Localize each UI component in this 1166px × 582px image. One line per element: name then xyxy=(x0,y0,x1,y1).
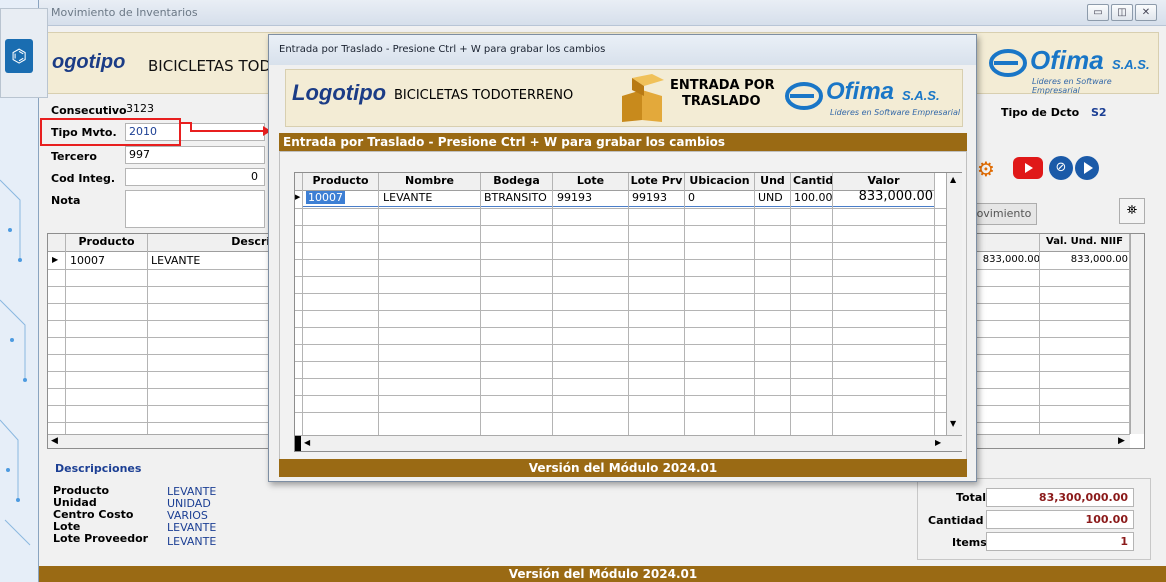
highlight-box xyxy=(40,118,181,146)
dlg-cell-bodega[interactable]: BTRANSITO xyxy=(484,191,547,204)
col-valor-header[interactable] xyxy=(974,234,1040,252)
cod-integ-field[interactable]: 0 xyxy=(125,168,265,186)
dlg-col-ubicacion[interactable]: Ubicacion xyxy=(685,173,755,191)
dialog-header-line1: ENTRADA POR xyxy=(670,78,775,93)
col-producto-header[interactable]: Producto xyxy=(66,234,148,252)
dlg-col-producto[interactable]: Producto xyxy=(303,173,379,191)
movimiento-button[interactable]: ovimiento xyxy=(971,203,1037,225)
entrada-traslado-dialog: Entrada por Traslado - Presione Ctrl + W… xyxy=(268,34,977,482)
row-selector-header xyxy=(48,234,66,252)
highlight-arrow-icon xyxy=(181,122,271,136)
main-row-descripcion[interactable]: LEVANTE xyxy=(151,254,200,267)
main-footer-version: Versión del Módulo 2024.01 xyxy=(39,566,1166,582)
main-row-producto[interactable]: 10007 xyxy=(70,254,105,267)
main-row-val-niif[interactable]: 833,000.00 xyxy=(1042,254,1128,265)
totals-panel: Total 83,300,000.00 Cantidad 100.00 Item… xyxy=(917,478,1151,560)
cod-integ-label: Cod Integ. xyxy=(51,172,116,185)
items-field[interactable]: 1 xyxy=(986,532,1134,551)
nota-field[interactable] xyxy=(125,190,265,228)
maximize-button[interactable]: ◫ xyxy=(1111,4,1133,21)
dialog-ofima-logo: Ofima S.A.S. Lideres en Software Empresa… xyxy=(784,74,962,124)
dialog-header-line2: TRASLADO xyxy=(682,94,761,109)
descripciones-title: Descripciones xyxy=(55,462,142,475)
dlg-grid-vscrollbar[interactable]: ▲ ▼ xyxy=(946,173,962,435)
dialog-company-name: BICICLETAS TODOTERRENO xyxy=(394,88,574,103)
boxes-icon xyxy=(622,74,664,122)
dlg-cell-valor[interactable]: 833,000.00 xyxy=(835,189,933,204)
dialog-title: Entrada por Traslado - Presione Ctrl + W… xyxy=(279,44,606,55)
dialog-company-logo: Logotipo xyxy=(292,80,387,105)
tercero-field[interactable]: 997 xyxy=(125,146,265,164)
dlg-row-pointer-icon: ▶ xyxy=(295,193,301,201)
main-window-title: Movimiento de Inventarios xyxy=(51,6,198,19)
tipo-dcto-label: Tipo de Dcto xyxy=(1001,106,1080,119)
minimize-button[interactable]: ▭ xyxy=(1087,4,1109,21)
total-label: Total xyxy=(956,491,987,504)
ofima-e-icon xyxy=(989,49,1027,77)
dlg-col-lote-prv[interactable]: Lote Prv xyxy=(629,173,685,191)
dialog-titlebar: Entrada por Traslado - Presione Ctrl + W… xyxy=(269,35,976,65)
items-label: Items xyxy=(952,536,987,549)
dlg-cell-ubicacion[interactable]: 0 xyxy=(688,191,695,204)
consecutivo-label: Consecutivo xyxy=(51,104,127,117)
nota-label: Nota xyxy=(51,194,81,207)
row-pointer-icon: ▶ xyxy=(52,255,59,264)
close-button[interactable]: ✕ xyxy=(1135,4,1157,21)
app-icon: ⌬ xyxy=(5,39,33,73)
cantidad-field[interactable]: 100.00 xyxy=(986,510,1134,529)
total-field[interactable]: 83,300,000.00 xyxy=(986,488,1134,507)
dlg-col-bodega[interactable]: Bodega xyxy=(481,173,553,191)
dlg-col-cantidad[interactable]: Cantida xyxy=(791,173,833,191)
dialog-body: Producto Nombre Bodega Lote Lote Prv Ubi… xyxy=(279,151,967,463)
dlg-col-und[interactable]: Und xyxy=(755,173,791,191)
dlg-cell-und[interactable]: UND xyxy=(758,191,783,204)
dlg-col-nombre[interactable]: Nombre xyxy=(379,173,481,191)
dialog-banner: Entrada por Traslado - Presione Ctrl + W… xyxy=(279,133,967,151)
company-logo: ogotipo xyxy=(52,51,126,73)
binoculars-icon[interactable]: ⛯ xyxy=(1119,198,1145,224)
traslado-grid[interactable]: Producto Nombre Bodega Lote Lote Prv Ubi… xyxy=(294,172,962,452)
dialog-header-banner: Logotipo BICICLETAS TODOTERRENO ENTRADA … xyxy=(285,69,963,127)
ofima-logo: Ofima S.A.S. Lideres en Software Empresa… xyxy=(988,43,1158,95)
main-grid-vscrollbar[interactable] xyxy=(1130,234,1144,434)
company-name: BICICLETAS TOD xyxy=(148,57,271,75)
dlg-col-lote[interactable]: Lote xyxy=(553,173,629,191)
gear-icon[interactable]: ⚙ xyxy=(977,156,1003,182)
dlg-cell-cantidad[interactable]: 100.00 xyxy=(794,191,833,204)
dlg-cell-lote-prv[interactable]: 99193 xyxy=(632,191,667,204)
cantidad-label: Cantidad xyxy=(928,514,984,527)
dialog-footer-version: Versión del Módulo 2024.01 xyxy=(279,459,967,477)
tercero-label: Tercero xyxy=(51,150,97,163)
youtube-icon[interactable] xyxy=(1013,157,1043,179)
col-val-und-niif-header[interactable]: Val. Und. NIIF xyxy=(1040,234,1130,252)
dlg-grid-hscrollbar[interactable]: ◀ ▶ xyxy=(295,435,962,451)
descripciones-panel: Producto LEVANTE Unidad UNIDAD Centro Co… xyxy=(53,484,217,548)
main-titlebar: Movimiento de Inventarios ▭ ◫ ✕ xyxy=(39,0,1166,26)
attachment-icon[interactable]: ⊘ xyxy=(1049,156,1073,180)
dlg-cell-nombre[interactable]: LEVANTE xyxy=(383,191,432,204)
tipo-dcto-value: S2 xyxy=(1091,106,1107,119)
dlg-cell-lote[interactable]: 99193 xyxy=(557,191,592,204)
play-icon[interactable] xyxy=(1075,156,1099,180)
consecutivo-field[interactable]: 3123 xyxy=(123,101,265,119)
app-icon-tile[interactable]: ⌬ xyxy=(0,8,48,98)
dlg-cell-producto[interactable]: 10007 xyxy=(306,191,345,204)
dialog-ofima-e-icon xyxy=(785,82,823,110)
main-row-valor[interactable]: 833,000.00 xyxy=(978,254,1040,265)
